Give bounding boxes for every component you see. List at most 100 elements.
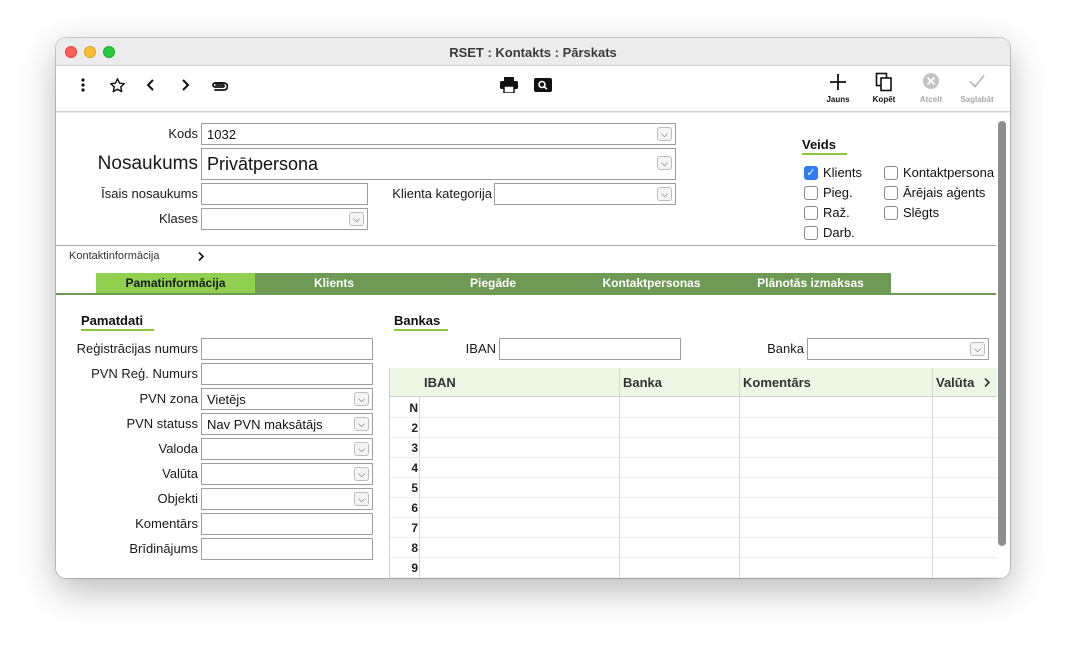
- klases-select[interactable]: ⌵: [201, 208, 368, 230]
- pieg-checkbox-label: Pieg.: [823, 185, 853, 200]
- kontaktpersona-checkbox-label: Kontaktpersona: [903, 165, 995, 180]
- column-header-banka[interactable]: Banka: [623, 375, 662, 390]
- tab-piegade[interactable]: Piegāde: [413, 273, 573, 293]
- cancel-icon: [908, 72, 954, 94]
- kods-label: Kods: [168, 126, 198, 141]
- bank-accounts-table: IBAN Banka Komentārs Valūta N 2 3 4 5 6 …: [389, 368, 997, 578]
- column-header-valuta[interactable]: Valūta: [936, 375, 974, 390]
- chevron-down-icon[interactable]: ⌵: [354, 392, 369, 406]
- iban-filter-input[interactable]: [499, 338, 681, 360]
- printer-icon[interactable]: [498, 74, 520, 96]
- komentars-input[interactable]: [201, 513, 373, 535]
- more-vertical-icon[interactable]: [72, 74, 94, 96]
- search-icon[interactable]: [532, 74, 554, 96]
- table-row[interactable]: 3: [390, 438, 997, 458]
- bankas-underline: [394, 329, 448, 331]
- vertical-scrollbar[interactable]: [998, 121, 1006, 546]
- paperclip-icon[interactable]: [208, 74, 230, 96]
- copy-button[interactable]: Kopēt: [861, 72, 907, 108]
- isais-nosaukums-input[interactable]: [201, 183, 368, 205]
- objekti-label: Objekti: [157, 491, 198, 506]
- valuta-select[interactable]: ⌵: [201, 463, 373, 485]
- banka-filter-select[interactable]: ⌵: [807, 338, 989, 360]
- window-title: RSET : Kontakts : Pārskats: [449, 45, 617, 60]
- arejais-agents-checkbox-label: Ārējais aģents: [903, 185, 986, 200]
- table-row[interactable]: 7: [390, 518, 997, 538]
- iban-filter-label: IBAN: [465, 341, 496, 356]
- nosaukums-value: Privātpersona: [207, 154, 319, 174]
- pamatdati-underline: [81, 329, 154, 331]
- form-content: Kods 1032 ⌵ Nosaukums Privātpersona ⌵ Īs…: [56, 113, 1010, 578]
- chevron-down-icon[interactable]: ⌵: [657, 156, 672, 170]
- cancel-button[interactable]: Atcelt: [908, 72, 954, 108]
- app-window: RSET : Kontakts : Pārskats Jauns Kopēt A…: [56, 38, 1010, 578]
- pvn-statuss-select[interactable]: Nav PVN maksātājs ⌵: [201, 413, 373, 435]
- kods-value: 1032: [207, 127, 236, 142]
- chevron-down-icon[interactable]: ⌵: [349, 212, 364, 226]
- nosaukums-label: Nosaukums: [97, 153, 198, 174]
- title-bar: RSET : Kontakts : Pārskats: [56, 38, 1010, 66]
- table-row[interactable]: 4: [390, 458, 997, 478]
- chevron-right-icon[interactable]: [174, 74, 196, 96]
- save-button-label: Saglabāt: [960, 95, 994, 104]
- klienta-kategorija-label: Klienta kategorija: [392, 186, 492, 201]
- klases-label: Klases: [158, 211, 198, 226]
- registracijas-numurs-input[interactable]: [201, 338, 373, 360]
- slegts-checkbox[interactable]: [884, 206, 898, 220]
- banka-filter-label: Banka: [767, 341, 804, 356]
- kontaktinformacija-toggle[interactable]: Kontaktinformācija: [69, 250, 160, 262]
- tab-kontaktpersonas[interactable]: Kontaktpersonas: [573, 273, 730, 293]
- tab-planotas-izmaksas[interactable]: Plānotās izmaksas: [730, 273, 891, 293]
- nosaukums-select[interactable]: Privātpersona ⌵: [201, 148, 676, 180]
- darb-checkbox[interactable]: [804, 226, 818, 240]
- chevron-down-icon[interactable]: ⌵: [657, 187, 672, 201]
- isais-nosaukums-label: Īsais nosaukums: [101, 186, 198, 201]
- new-button[interactable]: Jauns: [815, 72, 861, 108]
- tab-pamatinformacija[interactable]: Pamatinformācija: [96, 273, 255, 293]
- column-header-komentars[interactable]: Komentārs: [743, 375, 811, 390]
- raz-checkbox-label: Raž.: [823, 205, 850, 220]
- raz-checkbox[interactable]: [804, 206, 818, 220]
- table-row[interactable]: 5: [390, 478, 997, 498]
- chevron-down-icon[interactable]: ⌵: [657, 127, 672, 141]
- bridinajums-label: Brīdinājums: [129, 541, 198, 556]
- chevron-down-icon[interactable]: ⌵: [354, 467, 369, 481]
- column-header-iban[interactable]: IBAN: [424, 375, 456, 390]
- objekti-select[interactable]: ⌵: [201, 488, 373, 510]
- new-button-label: Jauns: [826, 95, 850, 104]
- pvn-reg-numurs-label: PVN Reģ. Numurs: [91, 366, 198, 381]
- pieg-checkbox[interactable]: [804, 186, 818, 200]
- veids-title: Veids: [802, 137, 836, 152]
- klients-checkbox[interactable]: ✓: [804, 166, 818, 180]
- table-row[interactable]: 8: [390, 538, 997, 558]
- tab-bar: Pamatinformācija Klients Piegāde Kontakt…: [96, 273, 891, 293]
- arejais-agents-checkbox[interactable]: [884, 186, 898, 200]
- table-row[interactable]: 6: [390, 498, 997, 518]
- chevron-down-icon[interactable]: ⌵: [354, 442, 369, 456]
- table-row[interactable]: N: [390, 398, 997, 418]
- bankas-title: Bankas: [394, 313, 441, 328]
- star-icon[interactable]: [106, 74, 128, 96]
- chevron-down-icon[interactable]: ⌵: [354, 492, 369, 506]
- klienta-kategorija-select[interactable]: ⌵: [494, 183, 676, 205]
- copy-button-label: Kopēt: [872, 95, 896, 104]
- pvn-zona-label: PVN zona: [139, 391, 198, 406]
- table-row[interactable]: 9: [390, 558, 997, 578]
- table-row[interactable]: 2: [390, 418, 997, 438]
- pvn-reg-numurs-input[interactable]: [201, 363, 373, 385]
- pvn-statuss-label: PVN statuss: [126, 416, 198, 431]
- tabs-divider: [56, 293, 996, 295]
- chevron-down-icon[interactable]: ⌵: [970, 342, 985, 356]
- chevron-right-icon[interactable]: [980, 372, 994, 392]
- row-number: 7: [411, 521, 418, 535]
- chevron-left-icon[interactable]: [140, 74, 162, 96]
- chevron-down-icon[interactable]: ⌵: [354, 417, 369, 431]
- kods-select[interactable]: 1032 ⌵: [201, 123, 676, 145]
- save-button[interactable]: Saglabāt: [954, 72, 1000, 108]
- bridinajums-input[interactable]: [201, 538, 373, 560]
- tab-klients[interactable]: Klients: [255, 273, 413, 293]
- pvn-zona-select[interactable]: Vietējs ⌵: [201, 388, 373, 410]
- valoda-select[interactable]: ⌵: [201, 438, 373, 460]
- chevron-right-icon[interactable]: [194, 247, 208, 265]
- kontaktpersona-checkbox[interactable]: [884, 166, 898, 180]
